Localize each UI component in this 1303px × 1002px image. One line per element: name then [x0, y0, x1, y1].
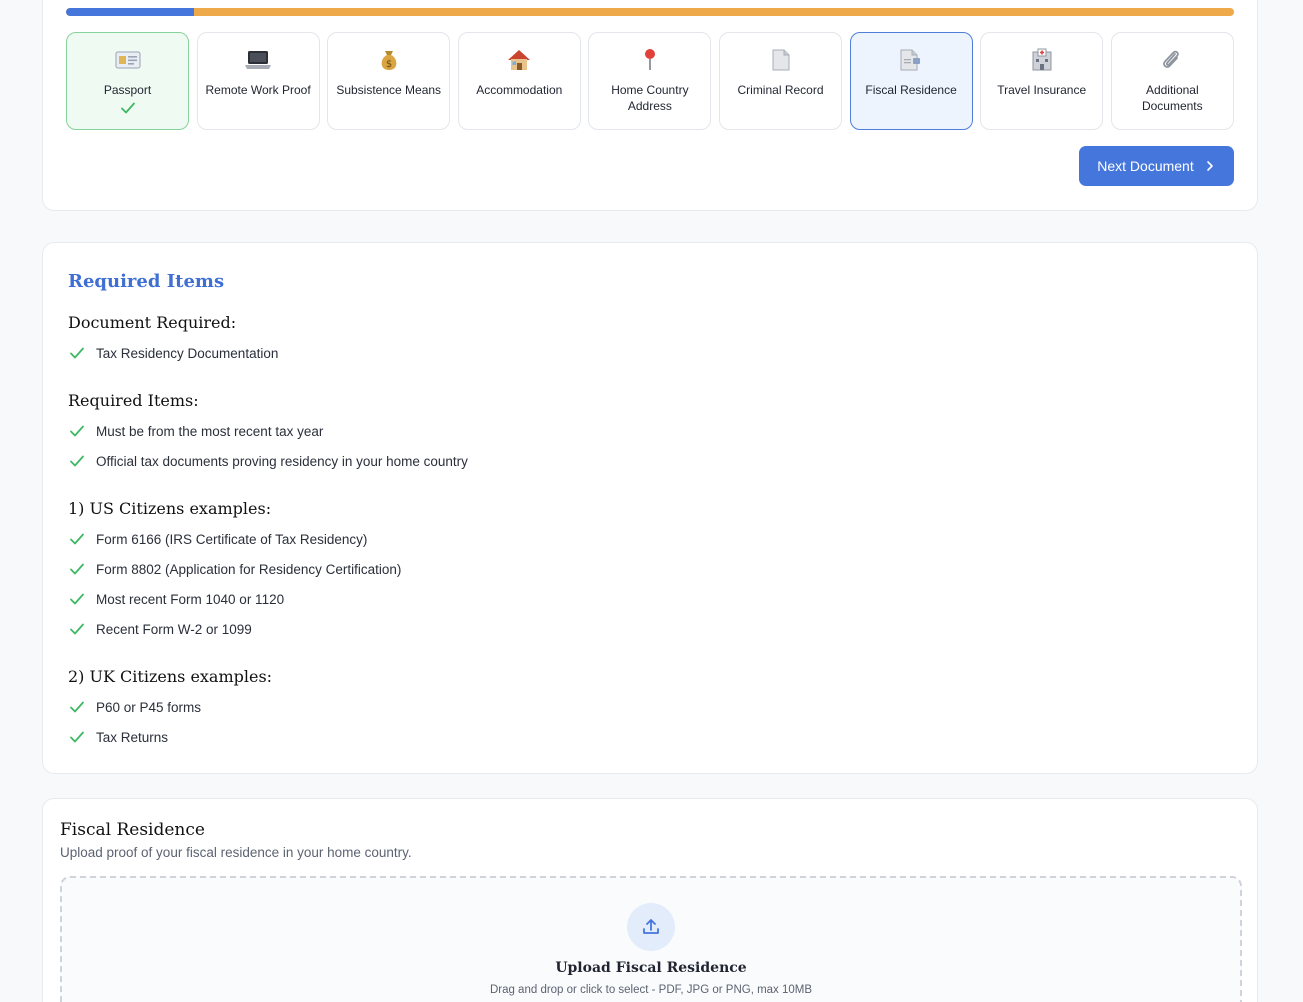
step-label: Fiscal Residence [865, 83, 957, 97]
pin-icon [589, 47, 710, 73]
progress-bar-fill [66, 8, 195, 16]
list-item-text: Form 8802 (Application for Residency Cer… [96, 561, 402, 577]
list-item-text: Most recent Form 1040 or 1120 [96, 591, 285, 607]
step-label: Criminal Record [737, 83, 824, 97]
step-additional-documents[interactable]: Additional Documents [1110, 32, 1234, 130]
step-label: Remote Work Proof [205, 83, 311, 97]
list-item-text: P60 or P45 forms [96, 699, 202, 715]
list-item: Form 6166 (IRS Certificate of Tax Reside… [68, 529, 367, 549]
progress-bar [66, 8, 1234, 16]
upload-icon-circle [627, 903, 675, 951]
step-passport[interactable]: Passport [66, 32, 189, 130]
list-item-text: Tax Returns [96, 729, 169, 745]
step-accommodation[interactable]: Accommodation [457, 32, 581, 130]
step-label: Subsistence Means [336, 83, 442, 97]
list-item-text: Recent Form W-2 or 1099 [96, 621, 252, 637]
document-icon [720, 47, 841, 73]
step-criminal-record[interactable]: Criminal Record [719, 32, 842, 130]
section-heading: Required Items: [68, 391, 199, 410]
step-home-country-address[interactable]: Home Country Address [588, 32, 712, 130]
checkmark-icon [68, 454, 86, 468]
checkmark-icon [68, 592, 86, 606]
required-items-card: Required Items Document Required: Tax Res… [42, 242, 1258, 774]
section-heading: Document Required: [68, 313, 237, 332]
document-stamp-icon [851, 47, 972, 73]
list-item: Official tax documents proving residency… [68, 451, 468, 471]
checkmark-icon [68, 700, 86, 714]
checkmark-icon [68, 562, 86, 576]
list-item: Tax Residency Documentation [68, 343, 278, 363]
list-item: P60 or P45 forms [68, 697, 201, 717]
list-item-text: Official tax documents proving residency… [96, 453, 468, 469]
upload-subtitle: Upload proof of your fiscal residence in… [60, 845, 412, 860]
step-fiscal-residence[interactable]: Fiscal Residence [849, 32, 973, 130]
hospital-icon [981, 47, 1102, 73]
step-label: Additional Documents [1141, 83, 1203, 113]
step-label: Accommodation [476, 83, 563, 97]
upload-dropzone[interactable]: Upload Fiscal Residence Drag and drop or… [60, 876, 1242, 1002]
list-item: Most recent Form 1040 or 1120 [68, 589, 284, 609]
step-subsistence-means[interactable]: $ Subsistence Means [327, 32, 451, 130]
next-document-button[interactable]: Next Document [1079, 146, 1234, 186]
laptop-icon [198, 47, 319, 73]
id-card-icon [67, 47, 188, 73]
checkmark-icon [67, 101, 188, 115]
upload-card: Fiscal Residence Upload proof of your fi… [42, 798, 1258, 1002]
next-document-label: Next Document [1097, 158, 1194, 174]
step-remote-work-proof[interactable]: Remote Work Proof [196, 32, 320, 130]
checkmark-icon [68, 532, 86, 546]
list-item-text: Tax Residency Documentation [96, 345, 279, 361]
paperclip-icon [1112, 47, 1233, 73]
dropzone-title: Upload Fiscal Residence [555, 960, 747, 976]
house-icon [459, 47, 580, 73]
list-item: Tax Returns [68, 727, 168, 747]
document-step-list: Passport Remote Work Proof $ Subsistence Me… [66, 32, 1234, 130]
list-item: Recent Form W-2 or 1099 [68, 619, 252, 639]
list-item-text: Must be from the most recent tax year [96, 423, 324, 439]
checkmark-icon [68, 424, 86, 438]
list-item: Must be from the most recent tax year [68, 421, 323, 441]
list-item: Form 8802 (Application for Residency Cer… [68, 559, 401, 579]
list-item-text: Form 6166 (IRS Certificate of Tax Reside… [96, 531, 368, 547]
upload-title: Fiscal Residence [60, 820, 205, 840]
step-label: Passport [103, 83, 152, 97]
section-heading: 1) US Citizens examples: [68, 499, 272, 518]
step-label: Travel Insurance [997, 83, 1087, 97]
step-label: Home Country Address [611, 83, 689, 113]
dropzone-hint: Drag and drop or click to select - PDF, … [489, 984, 813, 996]
step-travel-insurance[interactable]: Travel Insurance [980, 32, 1104, 130]
required-items-title: Required Items [68, 271, 225, 292]
checkmark-icon [68, 730, 86, 744]
checkmark-icon [68, 622, 86, 636]
upload-icon [643, 919, 659, 934]
section-heading: 2) UK Citizens examples: [68, 667, 273, 686]
chevron-right-icon [1206, 161, 1213, 171]
checkmark-icon [68, 346, 86, 360]
money-bag-icon: $ [328, 47, 449, 73]
svg-text:$: $ [386, 59, 392, 70]
